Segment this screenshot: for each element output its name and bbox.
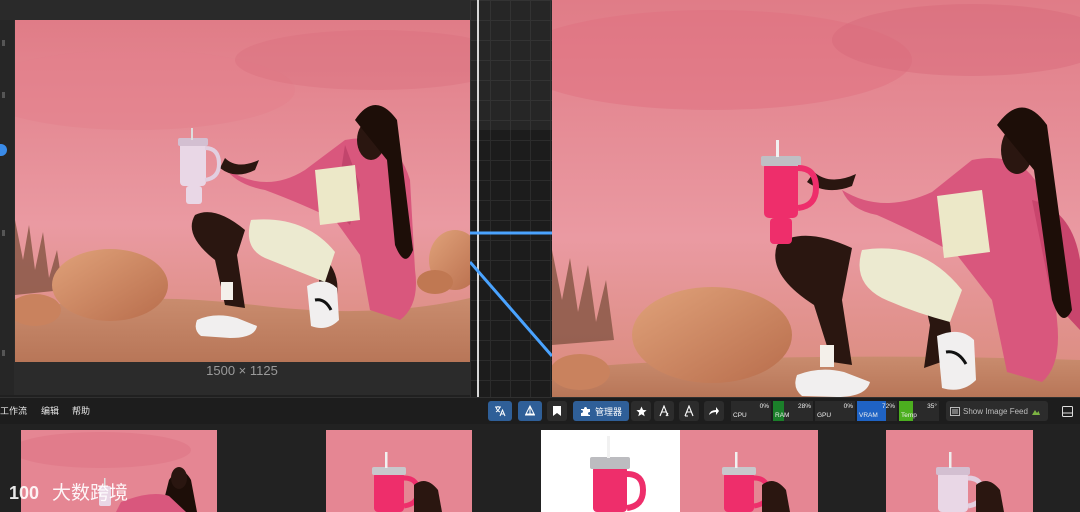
blue-link-wire-diagonal	[470, 261, 552, 357]
rail-tick	[2, 92, 5, 98]
vram-value: 72%	[881, 403, 895, 410]
watermark: 100 大数跨境	[8, 478, 128, 505]
output-image-preview[interactable]	[552, 0, 1080, 397]
show-image-feed-button[interactable]: Show Image Feed	[946, 401, 1048, 421]
feed-thumbnail[interactable]	[680, 430, 818, 512]
manager-label: 管理器	[594, 406, 622, 417]
feed-thumbnail[interactable]	[326, 430, 472, 512]
translate-button[interactable]	[488, 401, 512, 421]
share-button[interactable]	[704, 401, 724, 421]
temp-value: 35°	[927, 403, 937, 410]
panel-layout-icon	[1061, 405, 1073, 417]
temp-label: Temp	[901, 412, 917, 419]
watermark-logo-text: 100	[9, 483, 39, 503]
feed-status-icon	[1031, 409, 1040, 415]
cpu-label: CPU	[733, 412, 747, 419]
cpu-value: 0%	[759, 403, 769, 410]
model-button[interactable]	[654, 401, 674, 421]
image-size-label: 1500 × 1125	[206, 363, 278, 378]
ram-monitor: 28% RAM	[773, 401, 813, 421]
rail-tick	[2, 40, 5, 46]
source-photo	[15, 20, 470, 362]
show-image-feed-label: Show Image Feed	[963, 406, 1028, 416]
feed-thumbnail[interactable]	[886, 430, 1033, 512]
translate-icon	[495, 406, 506, 417]
ram-value: 28%	[797, 403, 811, 410]
thumbnail-photo	[886, 430, 1033, 512]
puzzle-icon	[580, 406, 590, 416]
rail-tick	[2, 350, 5, 356]
star-icon	[635, 406, 647, 416]
star-button[interactable]	[631, 401, 651, 421]
watermark-logo: 100	[9, 483, 39, 503]
app-window: 1500 × 1125 工作流 编辑 帮助 管理器 0% CPU 28% RAM…	[0, 0, 1080, 512]
thumbnail-photo	[680, 430, 818, 512]
gpu-monitor: 0% GPU	[815, 401, 855, 421]
link-wires	[470, 231, 552, 357]
vram-monitor: 72% VRAM	[857, 401, 897, 421]
gpu-label: GPU	[817, 412, 832, 419]
menu-workflow[interactable]: 工作流	[0, 398, 27, 425]
bookmark-button[interactable]	[547, 401, 567, 421]
bottom-toolbar: 工作流 编辑 帮助 管理器 0% CPU 28% RAM 0% GPU 72% …	[0, 397, 1080, 424]
rail-tick	[2, 230, 5, 236]
temp-monitor: 35° Temp	[899, 401, 939, 421]
bookmark-icon	[553, 406, 561, 416]
node-title-bar	[0, 0, 470, 20]
image-feed-icon	[950, 406, 960, 416]
menu-edit[interactable]: 编辑	[41, 398, 59, 425]
watermark-text: 大数跨境	[52, 483, 129, 504]
sailboat-icon	[525, 405, 535, 416]
source-image-preview[interactable]	[15, 20, 470, 362]
node-connection-dot[interactable]	[0, 144, 7, 156]
thumbnail-photo	[326, 430, 472, 512]
sailboat-button[interactable]	[518, 401, 542, 421]
feed-thumbnail-product[interactable]	[541, 430, 680, 512]
model-alt-icon	[684, 405, 694, 417]
model-alt-button[interactable]	[679, 401, 699, 421]
manager-button[interactable]: 管理器	[573, 401, 629, 421]
toggle-panel-button[interactable]	[1056, 401, 1078, 421]
left-sidebar-rail	[0, 20, 14, 395]
ram-label: RAM	[775, 412, 790, 419]
cpu-monitor: 0% CPU	[731, 401, 771, 421]
tumbler-product-photo	[541, 430, 680, 512]
model-icon	[659, 405, 669, 417]
share-arrow-icon	[709, 407, 719, 415]
output-photo	[552, 0, 1080, 397]
gpu-value: 0%	[843, 403, 853, 410]
menu-help[interactable]: 帮助	[72, 398, 90, 425]
vram-label: VRAM	[859, 412, 878, 419]
